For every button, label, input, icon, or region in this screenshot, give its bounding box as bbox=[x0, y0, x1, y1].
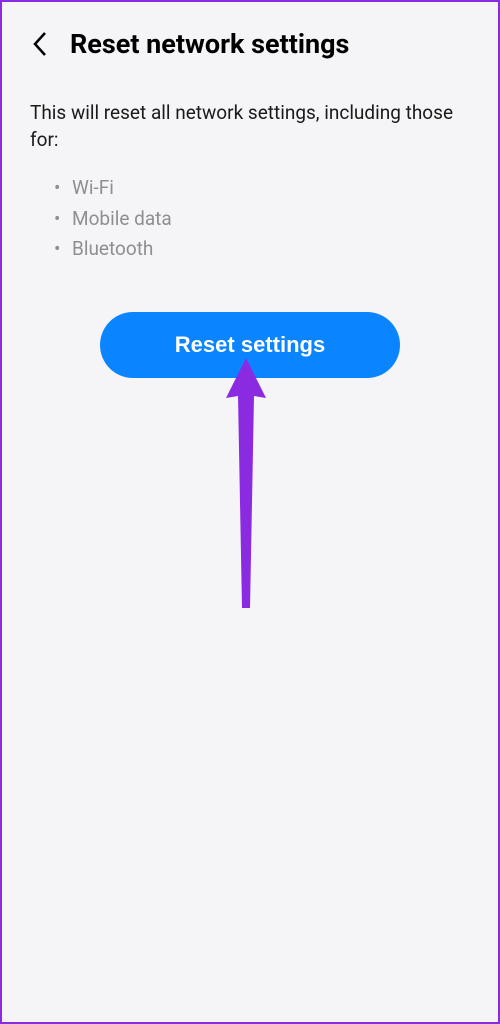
settings-list: Wi-Fi Mobile data Bluetooth bbox=[30, 173, 470, 264]
reset-settings-button[interactable]: Reset settings bbox=[100, 312, 400, 378]
back-icon[interactable] bbox=[30, 34, 50, 54]
list-item: Mobile data bbox=[54, 204, 470, 234]
list-item: Bluetooth bbox=[54, 234, 470, 264]
list-item: Wi-Fi bbox=[54, 173, 470, 203]
header: Reset network settings bbox=[30, 28, 470, 60]
description-text: This will reset all network settings, in… bbox=[30, 100, 470, 153]
page-title: Reset network settings bbox=[70, 28, 349, 60]
